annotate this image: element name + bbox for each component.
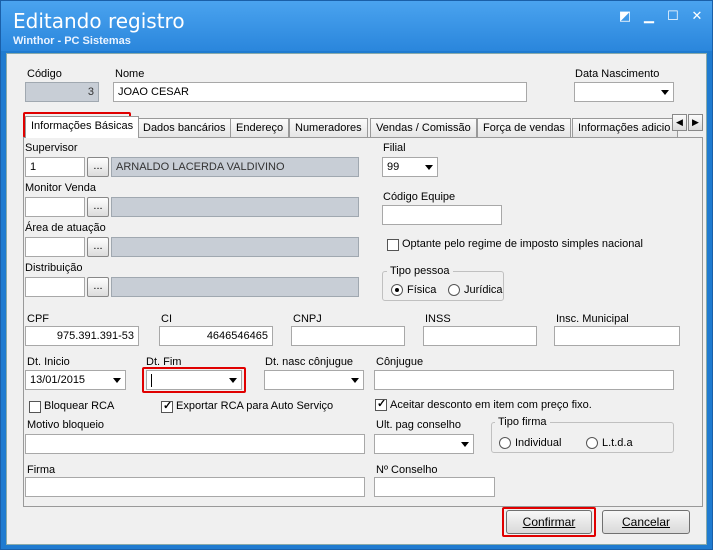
minimize-icon[interactable]: ▁ xyxy=(639,7,659,25)
filial-value: 99 xyxy=(387,161,400,173)
dt-inicio-label: Dt. Inicio xyxy=(27,356,70,368)
insc-municipal-field[interactable] xyxy=(554,326,680,346)
distribuicao-name-field xyxy=(111,277,359,297)
exportar-rca-label: Exportar RCA para Auto Serviço xyxy=(176,400,334,412)
tab-numeradores[interactable]: Numeradores xyxy=(289,118,368,138)
juridica-radio[interactable] xyxy=(448,284,460,296)
monitor-venda-lookup-button[interactable]: ... xyxy=(87,197,109,217)
ltda-radio[interactable] xyxy=(586,437,598,449)
inss-field[interactable] xyxy=(423,326,537,346)
area-atuacao-lookup-button[interactable]: ... xyxy=(87,237,109,257)
ci-field[interactable]: 4646546465 xyxy=(159,326,273,346)
tab-scroll-right-icon[interactable]: ▶ xyxy=(688,114,703,131)
filial-label: Filial xyxy=(383,142,406,154)
ltda-label: L.t.d.a xyxy=(602,437,633,449)
distribuicao-label: Distribuição xyxy=(25,262,83,274)
distribuicao-lookup-button[interactable]: ... xyxy=(87,277,109,297)
nome-field[interactable]: JOAO CESAR xyxy=(113,82,527,102)
supervisor-label: Supervisor xyxy=(25,142,78,154)
supervisor-code-field[interactable]: 1 xyxy=(25,157,85,177)
window-subtitle: Winthor - PC Sistemas xyxy=(13,35,131,47)
conjugue-field[interactable] xyxy=(374,370,674,390)
firma-field[interactable] xyxy=(25,477,365,497)
data-nascimento-picker[interactable] xyxy=(574,82,674,102)
data-nascimento-label: Data Nascimento xyxy=(575,68,660,80)
tab-scroll-left-icon[interactable]: ◀ xyxy=(672,114,687,131)
nome-label: Nome xyxy=(115,68,145,80)
close-icon[interactable]: ✕ xyxy=(687,7,707,25)
aceitar-desconto-label: Aceitar desconto em item com preço fixo. xyxy=(390,399,592,411)
distribuicao-code-field[interactable] xyxy=(25,277,85,297)
simples-nacional-checkbox[interactable] xyxy=(387,239,399,251)
chevron-down-icon xyxy=(461,442,469,447)
codigo-equipe-label: Código Equipe xyxy=(383,191,456,203)
bloquear-rca-checkbox[interactable] xyxy=(29,401,41,413)
exportar-rca-checkbox[interactable] xyxy=(161,399,173,413)
monitor-venda-code-field[interactable] xyxy=(25,197,85,217)
chevron-down-icon xyxy=(661,90,669,95)
tipo-pessoa-label: Tipo pessoa xyxy=(387,265,453,277)
dt-nasc-conjugue-picker[interactable] xyxy=(264,370,364,390)
motivo-bloqueio-label: Motivo bloqueio xyxy=(27,419,105,431)
cnpj-field[interactable] xyxy=(291,326,405,346)
bloquear-rca-label: Bloquear RCA xyxy=(44,400,115,412)
ult-pag-conselho-label: Ult. pag conselho xyxy=(376,419,461,431)
codigo-equipe-field[interactable] xyxy=(382,205,502,225)
numero-conselho-field[interactable] xyxy=(374,477,495,497)
highlight-dt-fim-marker xyxy=(142,367,246,393)
cancelar-button[interactable]: Cancelar xyxy=(602,510,690,534)
ci-label: CI xyxy=(161,313,172,325)
dt-inicio-value: 13/01/2015 xyxy=(30,374,86,386)
individual-label: Individual xyxy=(515,437,562,449)
dt-inicio-picker[interactable]: 13/01/2015 xyxy=(25,370,126,390)
simples-nacional-label: Optante pelo regime de imposto simples n… xyxy=(402,238,643,250)
numero-conselho-label: Nº Conselho xyxy=(376,464,438,476)
dt-nasc-conjugue-label: Dt. nasc cônjugue xyxy=(265,356,354,368)
tab-informacoes-basicas[interactable]: Informações Básicas xyxy=(25,116,140,138)
aceitar-desconto-checkbox[interactable] xyxy=(375,397,387,411)
cnpj-label: CNPJ xyxy=(293,313,322,325)
tab-dados-bancarios[interactable]: Dados bancários xyxy=(137,118,232,138)
codigo-label: Código xyxy=(27,68,62,80)
dialog-window: Editando registro Winthor - PC Sistemas … xyxy=(0,0,713,550)
restore-icon[interactable]: ◩ xyxy=(615,7,635,25)
chevron-down-icon xyxy=(425,165,433,170)
area-atuacao-code-field[interactable] xyxy=(25,237,85,257)
area-atuacao-name-field xyxy=(111,237,359,257)
tab-informacoes-adicionais[interactable]: Informações adicio xyxy=(572,118,678,138)
monitor-venda-label: Monitor Venda xyxy=(25,182,96,194)
tab-endereco[interactable]: Endereço xyxy=(230,118,290,138)
fisica-radio[interactable] xyxy=(391,284,403,296)
cpf-label: CPF xyxy=(27,313,49,325)
supervisor-lookup-button[interactable]: ... xyxy=(87,157,109,177)
monitor-venda-name-field xyxy=(111,197,359,217)
dialog-client-area: Código 3 Nome JOAO CESAR Data Nascimento… xyxy=(6,53,707,545)
cancelar-label: Cancelar xyxy=(621,515,671,529)
title-bar[interactable]: Editando registro Winthor - PC Sistemas … xyxy=(1,1,712,51)
ult-pag-conselho-picker[interactable] xyxy=(374,434,474,454)
juridica-label: Jurídica xyxy=(464,284,503,296)
inss-label: INSS xyxy=(425,313,451,325)
chevron-down-icon xyxy=(351,378,359,383)
area-atuacao-label: Área de atuação xyxy=(25,222,106,234)
motivo-bloqueio-field[interactable] xyxy=(25,434,365,454)
filial-select[interactable]: 99 xyxy=(382,157,438,177)
codigo-field[interactable]: 3 xyxy=(25,82,99,102)
tipo-firma-label: Tipo firma xyxy=(495,416,550,428)
maximize-icon[interactable]: ☐ xyxy=(663,7,683,25)
highlight-confirmar-marker xyxy=(502,507,596,537)
tab-forca-de-vendas[interactable]: Força de vendas xyxy=(477,118,571,138)
fisica-label: Física xyxy=(407,284,437,296)
conjugue-label: Cônjugue xyxy=(376,356,424,368)
cpf-field[interactable]: 975.391.391-53 xyxy=(25,326,139,346)
chevron-down-icon xyxy=(113,378,121,383)
firma-label: Firma xyxy=(27,464,56,476)
window-title: Editando registro xyxy=(13,9,185,33)
individual-radio[interactable] xyxy=(499,437,511,449)
tab-bar: Informações Básicas Dados bancários Ende… xyxy=(23,116,693,138)
tab-vendas-comissao[interactable]: Vendas / Comissão xyxy=(370,118,477,138)
insc-municipal-label: Insc. Municipal xyxy=(556,313,629,325)
supervisor-name-field: ARNALDO LACERDA VALDIVINO xyxy=(111,157,359,177)
